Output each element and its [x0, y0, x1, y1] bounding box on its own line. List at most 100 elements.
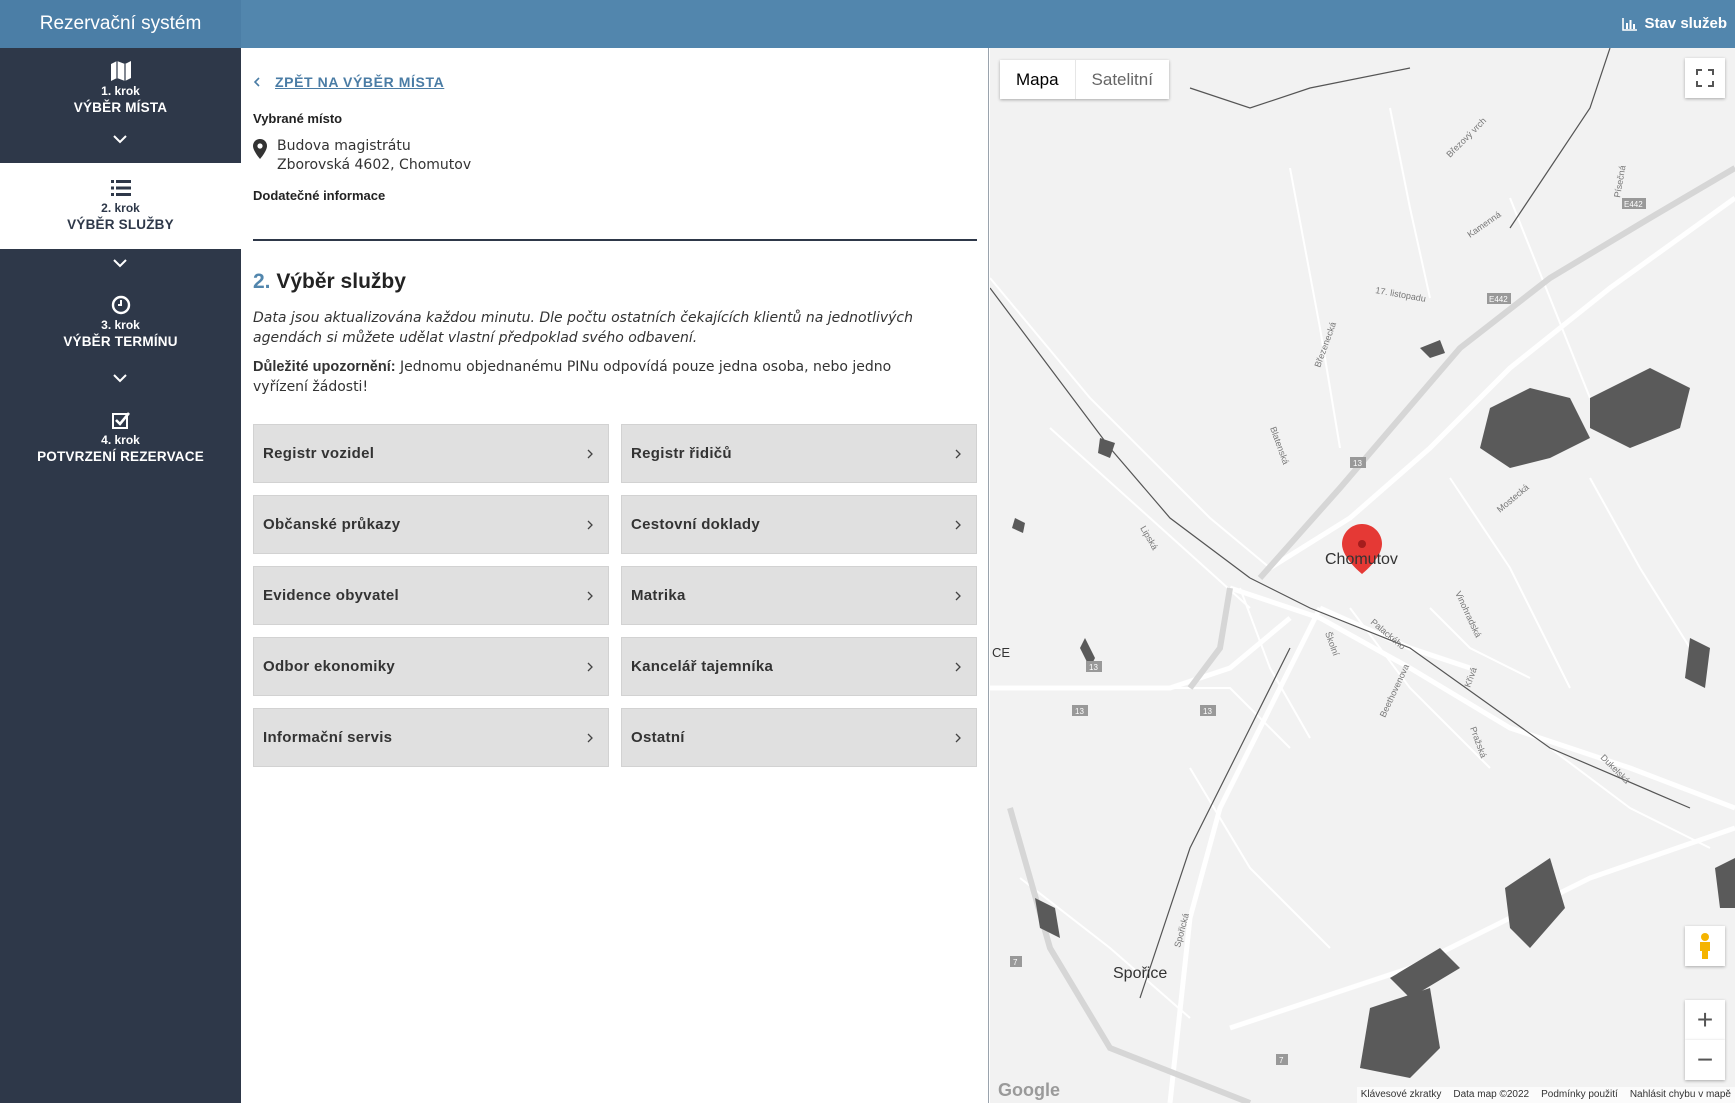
chevron-right-icon — [955, 449, 961, 458]
zoom-out-icon: − — [1696, 1044, 1714, 1075]
map-type-control: Mapa Satelitní — [1000, 60, 1169, 99]
pegman-icon — [1700, 933, 1710, 959]
map-attribution: Klávesové zkratky Data map ©2022 Podmínk… — [1356, 1087, 1735, 1103]
list-icon — [110, 180, 131, 196]
step-4-title: POTVRZENÍ REZERVACE — [37, 449, 204, 464]
service-label: Ostatní — [631, 729, 685, 746]
clock-icon — [111, 295, 130, 315]
chevron-down-icon — [113, 374, 127, 383]
chevron-right-icon — [587, 591, 593, 600]
terms-link[interactable]: Podmínky použití — [1541, 1087, 1618, 1103]
chevron-right-icon — [955, 662, 961, 671]
service-ostatni[interactable]: Ostatní — [621, 708, 977, 767]
app-title[interactable]: Rezervační systém — [0, 0, 241, 48]
service-label: Registr řidičů — [631, 445, 732, 462]
important-notice: Důležité upozornění: Jednomu objednanému… — [253, 357, 943, 397]
road-badge: E442 — [1624, 200, 1643, 209]
step-2-number: 2. krok — [101, 201, 140, 215]
road-badge: 7 — [1279, 1056, 1284, 1065]
map-type-satellite[interactable]: Satelitní — [1074, 60, 1169, 99]
service-evidence-obyvatel[interactable]: Evidence obyvatel — [253, 566, 609, 625]
section-number: 2. — [253, 270, 271, 293]
divider — [253, 239, 977, 241]
service-label: Registr vozidel — [263, 445, 375, 462]
section-title: 2. Výběr služby — [253, 270, 406, 294]
zoom-out-button[interactable]: − — [1685, 1040, 1725, 1080]
map-type-map[interactable]: Mapa — [1000, 60, 1075, 99]
chevron-right-icon — [587, 662, 593, 671]
map-canvas[interactable]: Lipská Blatenská Březenecká 17. listopad… — [990, 48, 1735, 1103]
step-3-title: VÝBĚR TERMÍNU — [63, 334, 178, 349]
map-icon — [110, 61, 131, 81]
step-4-number: 4. krok — [101, 433, 140, 447]
status-link[interactable]: Stav služeb — [1622, 0, 1727, 48]
fullscreen-button[interactable] — [1685, 58, 1725, 98]
chevron-down-icon — [113, 259, 127, 268]
step-2[interactable]: 2. krok VÝBĚR SLUŽBY — [0, 163, 241, 249]
selected-place-label: Vybrané místo — [253, 111, 343, 126]
selected-place: Budova magistrátu Zborovská 4602, Chomut… — [253, 137, 471, 175]
road-badge: E442 — [1489, 295, 1508, 304]
place-name: Budova magistrátu — [277, 138, 411, 154]
service-registr-ridicu[interactable]: Registr řidičů — [621, 424, 977, 483]
section-title-text: Výběr služby — [276, 270, 406, 293]
steps-sidebar: 1. krok VÝBĚR MÍSTA 2. krok VÝBĚR SLUŽBY… — [0, 48, 241, 1103]
main-content: ZPĚT NA VÝBĚR MÍSTA Vybrané místo Budova… — [241, 48, 989, 1103]
chevron-right-icon — [955, 591, 961, 600]
chevron-right-icon — [587, 520, 593, 529]
service-label: Odbor ekonomiky — [263, 658, 396, 675]
step-3[interactable]: 3. krok VÝBĚR TERMÍNU — [0, 294, 241, 364]
road-badge: 13 — [1075, 707, 1084, 716]
city-label-chomutov: Chomutov — [1325, 551, 1398, 568]
road-badge: 13 — [1203, 707, 1212, 716]
step-3-number: 3. krok — [101, 318, 140, 332]
chevron-right-icon — [955, 520, 961, 529]
bar-chart-icon — [1622, 18, 1638, 31]
road-badge: 7 — [1013, 958, 1018, 967]
service-label: Evidence obyvatel — [263, 587, 399, 604]
report-error-link[interactable]: Nahlásit chybu v mapě — [1630, 1087, 1731, 1103]
check-square-icon — [111, 412, 130, 429]
service-label: Cestovní doklady — [631, 516, 760, 533]
update-description: Data jsou aktualizována každou minutu. D… — [253, 310, 913, 346]
step-4[interactable]: 4. krok POTVRZENÍ REZERVACE — [0, 409, 241, 479]
service-cestovni-doklady[interactable]: Cestovní doklady — [621, 495, 977, 554]
service-label: Občanské průkazy — [263, 516, 401, 533]
chevron-right-icon — [587, 449, 593, 458]
step-1-title: VÝBĚR MÍSTA — [73, 100, 168, 115]
chevron-left-icon — [253, 77, 260, 87]
back-link-label: ZPĚT NA VÝBĚR MÍSTA — [275, 74, 445, 90]
chevron-down-icon — [113, 135, 127, 144]
service-label: Informační servis — [263, 729, 393, 746]
zoom-in-button[interactable]: + — [1685, 1000, 1725, 1040]
service-label: Kancelář tajemníka — [631, 658, 774, 675]
chevron-right-icon — [587, 733, 593, 742]
notice-label: Důležité upozornění: — [253, 359, 396, 375]
service-kancelar-tajemnika[interactable]: Kancelář tajemníka — [621, 637, 977, 696]
step-1-number: 1. krok — [101, 84, 140, 98]
zoom-in-icon: + — [1696, 1004, 1714, 1035]
service-matrika[interactable]: Matrika — [621, 566, 977, 625]
chevron-right-icon — [955, 733, 961, 742]
road-badge: 13 — [1353, 459, 1362, 468]
service-odbor-ekonomiky[interactable]: Odbor ekonomiky — [253, 637, 609, 696]
services-grid: Registr vozidel Registr řidičů Občanské … — [253, 424, 977, 767]
road-badge: 13 — [1089, 663, 1098, 672]
service-obcanske-prukazy[interactable]: Občanské průkazy — [253, 495, 609, 554]
service-informacni-servis[interactable]: Informační servis — [253, 708, 609, 767]
step-2-title: VÝBĚR SLUŽBY — [67, 217, 174, 232]
google-logo[interactable]: Google — [998, 1080, 1060, 1101]
keyboard-shortcuts-link[interactable]: Klávesové zkratky — [1361, 1087, 1442, 1103]
service-registr-vozidel[interactable]: Registr vozidel — [253, 424, 609, 483]
status-link-label: Stav služeb — [1644, 15, 1727, 32]
back-link[interactable]: ZPĚT NA VÝBĚR MÍSTA — [253, 74, 444, 90]
service-label: Matrika — [631, 587, 686, 604]
edge-label: CE — [992, 645, 1011, 660]
city-label-sporice: Spořice — [1113, 965, 1168, 982]
map-view[interactable]: Lipská Blatenská Březenecká 17. listopad… — [990, 48, 1735, 1103]
top-bar: Rezervační systém Stav služeb — [0, 0, 1735, 48]
map-data-text: Data map ©2022 — [1453, 1089, 1530, 1100]
fullscreen-icon — [1696, 69, 1714, 87]
place-address: Zborovská 4602, Chomutov — [277, 157, 472, 173]
street-view-button[interactable] — [1685, 926, 1725, 966]
